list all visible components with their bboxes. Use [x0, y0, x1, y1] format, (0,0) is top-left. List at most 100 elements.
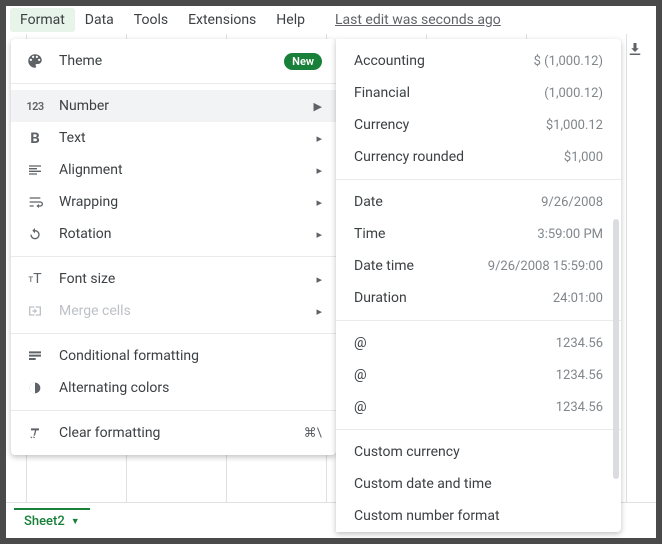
menu-tools[interactable]: Tools	[124, 8, 178, 32]
submenu-example: 1234.56	[556, 368, 603, 383]
submenu-label: Custom number format	[354, 508, 603, 524]
align-icon	[25, 160, 45, 180]
submenu-label: Custom date and time	[354, 476, 603, 492]
shortcut-label: ⌘\	[304, 426, 322, 441]
submenu-item-custom-2[interactable]: @ 1234.56	[336, 359, 621, 391]
palette-icon	[25, 51, 45, 71]
menu-item-text[interactable]: B Text ▸	[11, 122, 336, 154]
separator	[11, 410, 336, 411]
separator	[11, 83, 336, 84]
menu-item-label: Wrapping	[59, 194, 302, 210]
submenu-example: 1234.56	[556, 336, 603, 351]
menu-item-theme[interactable]: Theme New	[11, 45, 336, 77]
separator	[11, 333, 336, 334]
chevron-right-icon: ▸	[316, 228, 322, 241]
submenu-label: @	[354, 367, 556, 383]
menu-item-wrapping[interactable]: Wrapping ▸	[11, 186, 336, 218]
submenu-label: Financial	[354, 85, 544, 101]
number-icon: 123	[25, 96, 45, 116]
submenu-label: Date time	[354, 258, 488, 274]
menu-data[interactable]: Data	[75, 8, 124, 32]
submenu-item-date-time[interactable]: Date time 9/26/2008 15:59:00	[336, 250, 621, 282]
submenu-item-financial[interactable]: Financial (1,000.12)	[336, 77, 621, 109]
separator	[336, 429, 621, 430]
chevron-right-icon: ▸	[316, 132, 322, 145]
menu-item-alternating-colors[interactable]: Alternating colors	[11, 372, 336, 404]
chevron-right-icon: ▶	[314, 100, 322, 113]
number-submenu: Accounting $ (1,000.12) Financial (1,000…	[336, 39, 621, 532]
new-badge: New	[284, 53, 322, 70]
submenu-item-custom-currency[interactable]: Custom currency	[336, 436, 621, 468]
download-icon[interactable]	[626, 40, 644, 62]
menu-format[interactable]: Format	[10, 8, 75, 32]
submenu-item-currency-rounded[interactable]: Currency rounded $1,000	[336, 141, 621, 173]
menu-item-font-size[interactable]: тT Font size ▸	[11, 263, 336, 295]
submenu-example: $1,000	[564, 150, 603, 165]
merge-icon	[25, 301, 45, 321]
sheet-tab-label: Sheet2	[24, 514, 65, 529]
submenu-label: Custom currency	[354, 444, 603, 460]
menu-item-label: Alternating colors	[59, 380, 322, 396]
bold-icon: B	[25, 128, 45, 148]
submenu-label: Duration	[354, 290, 553, 306]
sheet-tab-active[interactable]: Sheet2 ▼	[14, 508, 90, 533]
submenu-label: Currency rounded	[354, 149, 564, 165]
clear-format-icon	[25, 423, 45, 443]
submenu-example: 1234.56	[556, 400, 603, 415]
font-size-icon: тT	[25, 269, 45, 289]
submenu-label: @	[354, 335, 556, 351]
menu-item-conditional-formatting[interactable]: Conditional formatting	[11, 340, 336, 372]
menu-item-clear-formatting[interactable]: Clear formatting ⌘\	[11, 417, 336, 449]
menu-item-label: Alignment	[59, 162, 302, 178]
menu-help[interactable]: Help	[266, 8, 315, 32]
menu-item-label: Text	[59, 130, 302, 146]
menubar: Format Data Tools Extensions Help Last e…	[6, 6, 656, 34]
chevron-right-icon: ▸	[316, 164, 322, 177]
submenu-item-custom-datetime[interactable]: Custom date and time	[336, 468, 621, 500]
menu-item-label: Rotation	[59, 226, 302, 242]
submenu-label: Date	[354, 194, 541, 210]
separator	[336, 320, 621, 321]
submenu-scrollbar[interactable]	[613, 219, 619, 479]
alternating-colors-icon	[25, 378, 45, 398]
submenu-example: 9/26/2008	[541, 195, 603, 210]
submenu-item-custom-1[interactable]: @ 1234.56	[336, 327, 621, 359]
submenu-example: 24:01:00	[553, 291, 603, 306]
menu-item-label: Merge cells	[59, 303, 302, 319]
menu-item-merge-cells: Merge cells ▸	[11, 295, 336, 327]
menu-item-label: Conditional formatting	[59, 348, 322, 364]
menu-extensions[interactable]: Extensions	[178, 8, 266, 32]
last-edit-link[interactable]: Last edit was seconds ago	[335, 12, 501, 28]
submenu-label: Currency	[354, 117, 546, 133]
submenu-item-accounting[interactable]: Accounting $ (1,000.12)	[336, 45, 621, 77]
submenu-example: 3:59:00 PM	[537, 227, 603, 242]
chevron-right-icon: ▸	[316, 196, 322, 209]
separator	[11, 256, 336, 257]
submenu-label: Accounting	[354, 53, 534, 69]
submenu-example: $ (1,000.12)	[534, 54, 603, 69]
menu-item-rotation[interactable]: Rotation ▸	[11, 218, 336, 250]
wrap-icon	[25, 192, 45, 212]
menu-item-label: Number	[59, 98, 300, 114]
menu-item-label: Theme	[59, 53, 270, 69]
format-menu: Theme New 123 Number ▶ B Text ▸ Alignmen…	[11, 39, 336, 455]
rotation-icon	[25, 224, 45, 244]
menu-item-number[interactable]: 123 Number ▶	[11, 90, 336, 122]
chevron-down-icon: ▼	[71, 516, 80, 527]
separator	[336, 179, 621, 180]
submenu-item-custom-3[interactable]: @ 1234.56	[336, 391, 621, 423]
submenu-item-currency[interactable]: Currency $1,000.12	[336, 109, 621, 141]
menu-item-label: Clear formatting	[59, 425, 290, 441]
submenu-label: Time	[354, 226, 537, 242]
submenu-item-date[interactable]: Date 9/26/2008	[336, 186, 621, 218]
menu-item-alignment[interactable]: Alignment ▸	[11, 154, 336, 186]
chevron-right-icon: ▸	[316, 305, 322, 318]
submenu-example: (1,000.12)	[544, 86, 603, 101]
menu-item-label: Font size	[59, 271, 302, 287]
submenu-item-time[interactable]: Time 3:59:00 PM	[336, 218, 621, 250]
submenu-item-custom-number-format[interactable]: Custom number format	[336, 500, 621, 532]
submenu-example: $1,000.12	[546, 118, 603, 133]
submenu-label: @	[354, 399, 556, 415]
chevron-right-icon: ▸	[316, 273, 322, 286]
submenu-item-duration[interactable]: Duration 24:01:00	[336, 282, 621, 314]
